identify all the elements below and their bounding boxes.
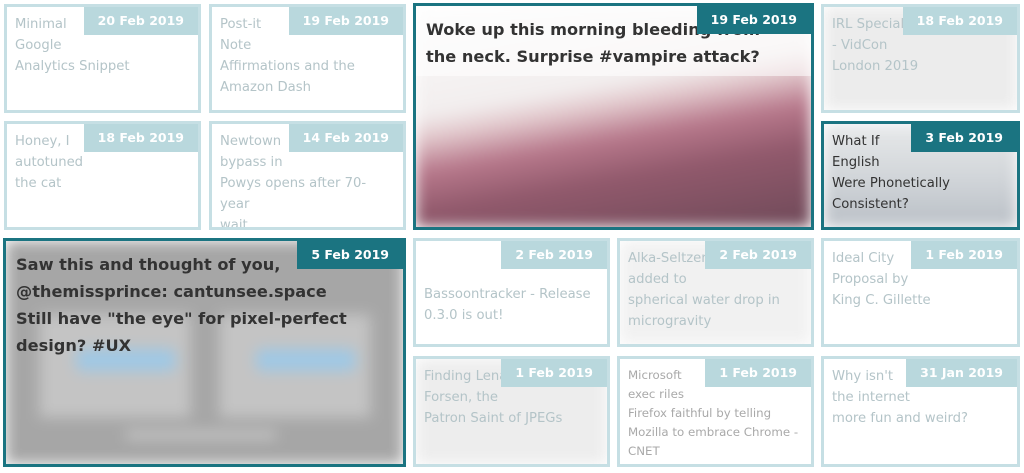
post-tile-newtown-bypass[interactable]: Newtown bypass in Powys opens after 70-y…	[209, 121, 406, 230]
post-tile-post-it-affirmations[interactable]: Post-it Note Affirmations and the Amazon…	[209, 4, 406, 113]
post-tile-bassoontracker[interactable]: Bassoontracker - Release 0.3.0 is out! 2…	[413, 238, 610, 347]
post-tile-ideal-city[interactable]: Ideal City Proposal by King C. Gillette …	[821, 238, 1020, 347]
post-tile-vampire-attack[interactable]: Woke up this morning bleeding from the n…	[413, 3, 814, 230]
post-tile-internet-fun-weird[interactable]: Why isn't the internet more fun and weir…	[821, 356, 1020, 467]
post-tile-irl-special-vidcon[interactable]: IRL Special - VidCon London 2019 18 Feb …	[821, 4, 1020, 113]
post-tile-alka-seltzer[interactable]: Alka-Seltzer added to spherical water dr…	[617, 238, 814, 347]
post-date: 2 Feb 2019	[501, 241, 607, 269]
post-date: 19 Feb 2019	[288, 7, 403, 35]
post-date: 18 Feb 2019	[902, 7, 1017, 35]
post-tile-english-phonetically[interactable]: What If English Were Phonetically Consis…	[821, 121, 1020, 230]
post-tile-honey-autotuned-cat[interactable]: Honey, I autotuned the cat 18 Feb 2019	[4, 121, 201, 230]
post-date: 3 Feb 2019	[911, 124, 1017, 152]
post-tile-cantunsee-ux[interactable]: Saw this and thought of you, @themisspri…	[3, 238, 406, 467]
post-tile-lena-forsen[interactable]: Finding Lena Forsen, the Patron Saint of…	[413, 356, 610, 467]
post-date: 19 Feb 2019	[696, 6, 811, 34]
post-date: 31 Jan 2019	[906, 359, 1017, 387]
post-date: 5 Feb 2019	[297, 241, 403, 269]
post-date: 1 Feb 2019	[501, 359, 607, 387]
post-date: 20 Feb 2019	[83, 7, 198, 35]
post-date: 1 Feb 2019	[705, 359, 811, 387]
post-tile-microsoft-firefox[interactable]: Microsoft exec riles Firefox faithful by…	[617, 356, 814, 467]
post-date: 2 Feb 2019	[705, 241, 811, 269]
post-title: Bassoontracker - Release 0.3.0 is out!	[424, 287, 591, 323]
post-date: 14 Feb 2019	[288, 124, 403, 152]
post-date: 1 Feb 2019	[911, 241, 1017, 269]
post-date: 18 Feb 2019	[83, 124, 198, 152]
post-tile-minimal-google-analytics[interactable]: Minimal Google Analytics Snippet 20 Feb …	[4, 4, 201, 113]
